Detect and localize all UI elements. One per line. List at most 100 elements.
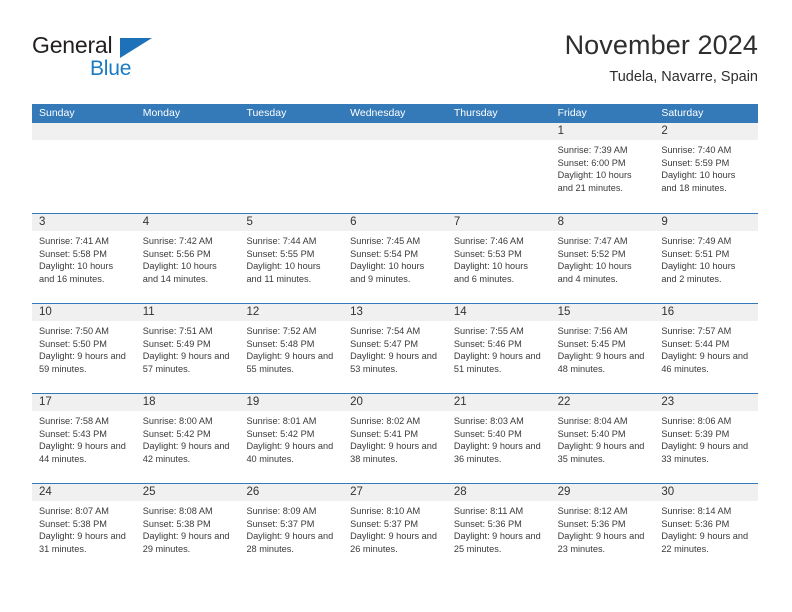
calendar-day-cell[interactable]: 7 Sunrise: 7:46 AM Sunset: 5:53 PM Daylight…	[446, 214, 551, 303]
calendar-day-cell[interactable]: 10 Sunrise: 7:50 AM Sunset: 5:50 PM Dayligh…	[32, 304, 136, 393]
sunset-text: Sunset: 5:42 PM	[246, 428, 315, 439]
day-number	[239, 123, 344, 140]
day-sun-info: Sunrise: 8:07 AM Sunset: 5:38 PM Daylight:…	[32, 501, 136, 555]
calendar-day-cell[interactable]: 5 Sunrise: 7:44 AM Sunset: 5:55 PM Daylight…	[239, 214, 344, 303]
day-sun-info: Sunrise: 8:01 AM Sunset: 5:42 PM Daylight:…	[239, 411, 343, 465]
daylight-text: Daylight: 9 hours and 55 minutes.	[246, 351, 334, 374]
day-sun-info: Sunrise: 7:49 AM Sunset: 5:51 PM Daylight:…	[654, 231, 758, 285]
calendar-day-cell[interactable]: 17 Sunrise: 7:58 AM Sunset: 5:43 PM Dayligh…	[32, 394, 136, 483]
daylight-text: Daylight: 9 hours and 23 minutes.	[557, 531, 645, 554]
sunrise-text: Sunrise: 7:56 AM	[557, 326, 628, 336]
calendar-day-cell[interactable]: 22 Sunrise: 8:04 AM Sunset: 5:40 PM Dayligh…	[550, 394, 655, 483]
calendar-day-cell[interactable]: 27 Sunrise: 8:10 AM Sunset: 5:37 PM Dayligh…	[343, 484, 447, 573]
weekday-header-tuesday: Tuesday	[246, 107, 287, 119]
calendar-day-cell[interactable]: 30 Sunrise: 8:14 AM Sunset: 5:36 PM Dayligh…	[654, 484, 759, 573]
sunset-text: Sunset: 5:38 PM	[142, 518, 211, 529]
calendar-day-cell[interactable]: 26 Sunrise: 8:09 AM Sunset: 5:37 PM Dayligh…	[239, 484, 344, 573]
daylight-text: Daylight: 10 hours and 4 minutes.	[557, 261, 632, 284]
calendar-week-row: 1 Sunrise: 7:39 AM Sunset: 6:00 PM Daylight…	[32, 123, 759, 213]
sunrise-text: Sunrise: 8:07 AM	[39, 506, 109, 516]
day-sun-info: Sunrise: 7:39 AM Sunset: 6:00 PM Daylight:…	[551, 140, 655, 194]
day-number: 18	[135, 394, 240, 411]
day-sun-info: Sunrise: 7:55 AM Sunset: 5:46 PM Daylight:…	[447, 321, 551, 375]
sunset-text: Sunset: 5:46 PM	[453, 338, 522, 349]
day-sun-info: Sunrise: 7:58 AM Sunset: 5:43 PM Daylight:…	[32, 411, 136, 465]
sunset-text: Sunset: 5:43 PM	[39, 428, 107, 439]
day-number: 19	[239, 394, 344, 411]
calendar-day-cell[interactable]: 21 Sunrise: 8:03 AM Sunset: 5:40 PM Dayligh…	[446, 394, 551, 483]
calendar-day-cell[interactable]: 2 Sunrise: 7:40 AM Sunset: 5:59 PM Daylight…	[654, 123, 759, 213]
day-number: 5	[239, 214, 344, 231]
day-number	[135, 123, 240, 140]
daylight-text: Daylight: 9 hours and 48 minutes.	[557, 351, 645, 374]
daylight-text: Daylight: 9 hours and 36 minutes.	[453, 441, 541, 464]
calendar-week-row: 3 Sunrise: 7:41 AM Sunset: 5:58 PM Daylight…	[32, 213, 759, 303]
day-number: 7	[446, 214, 551, 231]
calendar-day-cell[interactable]: 18 Sunrise: 8:00 AM Sunset: 5:42 PM Dayligh…	[135, 394, 240, 483]
calendar-day-cell[interactable]: 1 Sunrise: 7:39 AM Sunset: 6:00 PM Daylight…	[550, 123, 655, 213]
day-sun-info: Sunrise: 7:40 AM Sunset: 5:59 PM Daylight:…	[654, 140, 758, 194]
calendar-day-cell[interactable]: 13 Sunrise: 7:54 AM Sunset: 5:47 PM Dayligh…	[343, 304, 447, 393]
day-number: 6	[343, 214, 447, 231]
calendar-week-row: 17 Sunrise: 7:58 AM Sunset: 5:43 PM Dayligh…	[32, 393, 759, 483]
day-sun-info: Sunrise: 8:08 AM Sunset: 5:38 PM Daylight:…	[136, 501, 240, 555]
daylight-text: Daylight: 10 hours and 16 minutes.	[39, 261, 114, 284]
daylight-text: Daylight: 9 hours and 42 minutes.	[142, 441, 230, 464]
calendar-grid: Sunday Monday Tuesday Wednesday Thursday…	[32, 104, 759, 573]
daylight-text: Daylight: 10 hours and 14 minutes.	[142, 261, 217, 284]
sunset-text: Sunset: 5:50 PM	[39, 338, 107, 349]
calendar-week-row: 24 Sunrise: 8:07 AM Sunset: 5:38 PM Dayligh…	[32, 483, 759, 573]
page-subtitle: Tudela, Navarre, Spain	[609, 69, 758, 86]
calendar-day-cell[interactable]: 23 Sunrise: 8:06 AM Sunset: 5:39 PM Dayligh…	[654, 394, 759, 483]
sunset-text: Sunset: 5:36 PM	[661, 518, 730, 529]
sunset-text: Sunset: 5:51 PM	[661, 248, 730, 259]
day-sun-info: Sunrise: 7:51 AM Sunset: 5:49 PM Daylight:…	[136, 321, 240, 375]
sunrise-text: Sunrise: 7:42 AM	[142, 236, 213, 246]
day-number	[343, 123, 447, 140]
calendar-day-cell[interactable]: 16 Sunrise: 7:57 AM Sunset: 5:44 PM Dayligh…	[654, 304, 759, 393]
daylight-text: Daylight: 9 hours and 38 minutes.	[350, 441, 437, 464]
day-sun-info: Sunrise: 8:10 AM Sunset: 5:37 PM Daylight:…	[343, 501, 447, 555]
general-blue-logo[interactable]: General Blue	[32, 34, 212, 92]
day-number	[446, 123, 551, 140]
day-sun-info: Sunrise: 8:11 AM Sunset: 5:36 PM Daylight:…	[447, 501, 551, 555]
day-number: 22	[550, 394, 655, 411]
sunrise-text: Sunrise: 8:04 AM	[557, 416, 628, 426]
day-number: 20	[343, 394, 447, 411]
calendar-page: General Blue November 2024 Tudela, Navar…	[0, 0, 792, 612]
calendar-week-row: 10 Sunrise: 7:50 AM Sunset: 5:50 PM Dayligh…	[32, 303, 759, 393]
daylight-text: Daylight: 9 hours and 31 minutes.	[39, 531, 126, 554]
calendar-day-cell[interactable]: 8 Sunrise: 7:47 AM Sunset: 5:52 PM Daylight…	[550, 214, 655, 303]
sunset-text: Sunset: 5:47 PM	[350, 338, 419, 349]
calendar-day-cell[interactable]: 14 Sunrise: 7:55 AM Sunset: 5:46 PM Dayligh…	[446, 304, 551, 393]
calendar-day-cell[interactable]: 29 Sunrise: 8:12 AM Sunset: 5:36 PM Dayligh…	[550, 484, 655, 573]
sunset-text: Sunset: 5:40 PM	[453, 428, 522, 439]
calendar-day-cell[interactable]: 28 Sunrise: 8:11 AM Sunset: 5:36 PM Dayligh…	[446, 484, 551, 573]
sunrise-text: Sunrise: 7:58 AM	[39, 416, 109, 426]
calendar-day-cell-empty	[32, 123, 136, 213]
calendar-day-cell[interactable]: 4 Sunrise: 7:42 AM Sunset: 5:56 PM Daylight…	[135, 214, 240, 303]
calendar-day-cell[interactable]: 3 Sunrise: 7:41 AM Sunset: 5:58 PM Daylight…	[32, 214, 136, 303]
sunset-text: Sunset: 5:42 PM	[142, 428, 211, 439]
calendar-day-cell[interactable]: 20 Sunrise: 8:02 AM Sunset: 5:41 PM Dayligh…	[343, 394, 447, 483]
sunrise-text: Sunrise: 8:06 AM	[661, 416, 732, 426]
calendar-day-cell[interactable]: 9 Sunrise: 7:49 AM Sunset: 5:51 PM Daylight…	[654, 214, 759, 303]
sunset-text: Sunset: 5:59 PM	[661, 157, 730, 168]
calendar-day-cell[interactable]: 25 Sunrise: 8:08 AM Sunset: 5:38 PM Dayligh…	[135, 484, 240, 573]
sunset-text: Sunset: 5:48 PM	[246, 338, 315, 349]
day-sun-info: Sunrise: 8:03 AM Sunset: 5:40 PM Daylight:…	[447, 411, 551, 465]
sunset-text: Sunset: 5:49 PM	[142, 338, 211, 349]
calendar-day-cell[interactable]: 15 Sunrise: 7:56 AM Sunset: 5:45 PM Dayligh…	[550, 304, 655, 393]
daylight-text: Daylight: 10 hours and 18 minutes.	[661, 170, 736, 193]
calendar-day-cell[interactable]: 6 Sunrise: 7:45 AM Sunset: 5:54 PM Daylight…	[343, 214, 447, 303]
day-number: 16	[654, 304, 759, 321]
calendar-day-cell[interactable]: 12 Sunrise: 7:52 AM Sunset: 5:48 PM Dayligh…	[239, 304, 344, 393]
calendar-day-cell[interactable]: 24 Sunrise: 8:07 AM Sunset: 5:38 PM Dayligh…	[32, 484, 136, 573]
daylight-text: Daylight: 9 hours and 28 minutes.	[246, 531, 334, 554]
calendar-day-cell[interactable]: 19 Sunrise: 8:01 AM Sunset: 5:42 PM Dayligh…	[239, 394, 344, 483]
weekday-header-monday: Monday	[142, 107, 181, 119]
sunrise-text: Sunrise: 7:46 AM	[453, 236, 524, 246]
calendar-day-cell[interactable]: 11 Sunrise: 7:51 AM Sunset: 5:49 PM Dayligh…	[135, 304, 240, 393]
day-sun-info: Sunrise: 7:41 AM Sunset: 5:58 PM Daylight:…	[32, 231, 136, 285]
calendar-day-cell-empty	[343, 123, 447, 213]
